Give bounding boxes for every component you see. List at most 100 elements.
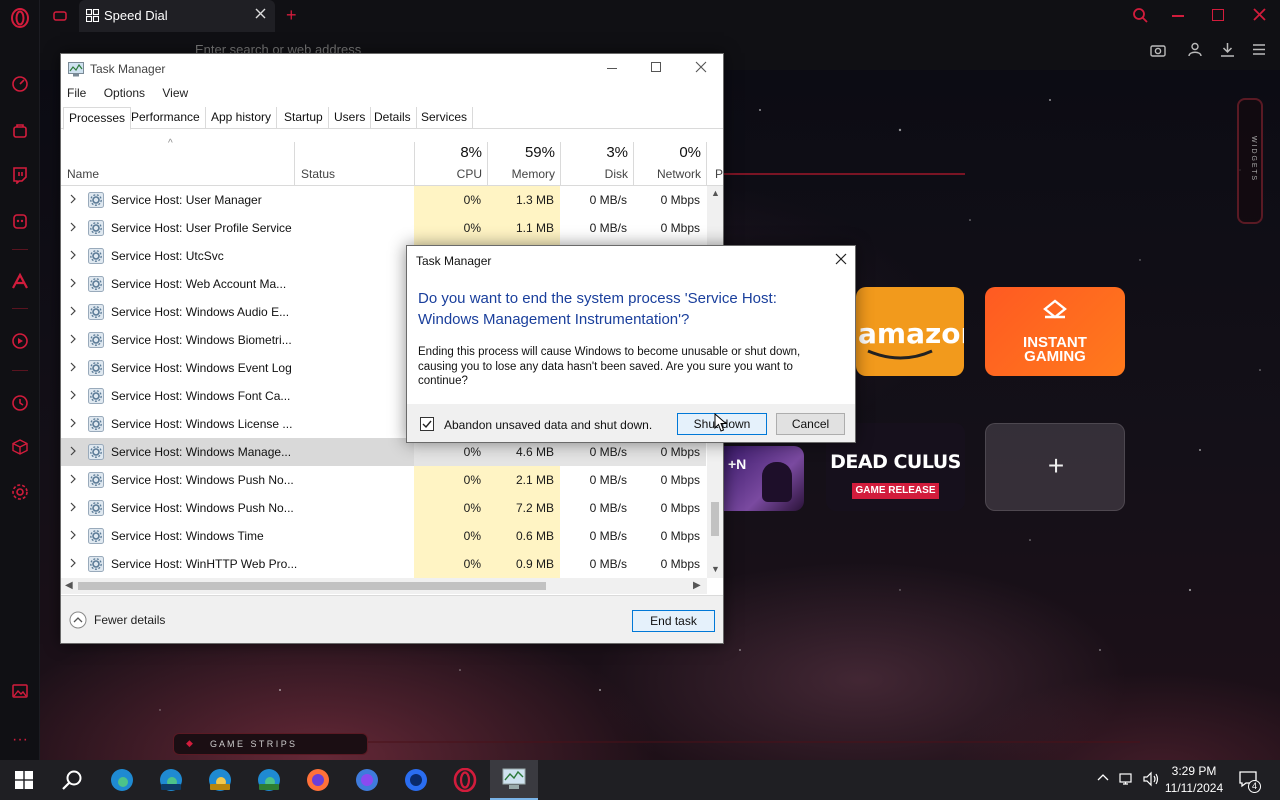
expand-chevron-icon[interactable] — [69, 417, 77, 429]
tab-island-icon[interactable] — [52, 8, 68, 24]
expand-chevron-icon[interactable] — [69, 277, 77, 289]
player-icon[interactable] — [10, 331, 30, 351]
aria-icon[interactable] — [10, 271, 30, 291]
menu-view[interactable]: View — [162, 86, 188, 100]
process-row[interactable]: Service Host: Windows Push No... 0% 7.2 MB… — [61, 494, 706, 522]
col-memory[interactable]: Memory — [489, 167, 555, 181]
firefox-dev-app[interactable] — [343, 760, 391, 800]
col-cpu[interactable]: CPU — [416, 167, 482, 181]
expand-chevron-icon[interactable] — [69, 501, 77, 513]
speedometer-icon[interactable] — [10, 74, 30, 94]
tile-amazon[interactable]: amazon — [856, 287, 964, 376]
clock-time[interactable]: 3:29 PM — [1165, 764, 1223, 778]
process-row[interactable]: Service Host: Windows Push No... 0% 2.1 MB… — [61, 466, 706, 494]
tab-app-history[interactable]: App history — [206, 107, 278, 129]
game-strips-bar[interactable]: ◆ G A M E S T R I P S — [173, 733, 368, 755]
tab-startup[interactable]: Startup — [279, 107, 329, 129]
tm-maximize-icon[interactable] — [651, 62, 661, 72]
expand-chevron-icon[interactable] — [69, 529, 77, 541]
fewer-details-link[interactable]: Fewer details — [94, 613, 165, 627]
clock-date[interactable]: 11/11/2024 — [1162, 781, 1226, 795]
process-row[interactable]: Service Host: Windows Time 0% 0.6 MB 0 MB/s… — [61, 522, 706, 550]
scroll-left-icon[interactable]: ◀ — [65, 580, 73, 591]
expand-chevron-icon[interactable] — [69, 557, 77, 569]
tab-users[interactable]: Users — [329, 107, 372, 129]
widgets-handle[interactable]: W I D G E T S — [1237, 98, 1263, 224]
process-row[interactable]: Service Host: WinHTTP Web Pro... 0% 0.9 MB… — [61, 550, 706, 578]
edge-beta-app[interactable] — [147, 760, 195, 800]
dialog-close-icon[interactable] — [835, 253, 847, 265]
volume-icon[interactable] — [1142, 771, 1160, 787]
opera-gx-app[interactable] — [441, 760, 489, 800]
history-icon[interactable] — [10, 393, 30, 413]
col-power[interactable]: P — [715, 167, 723, 181]
easy-setup-icon[interactable] — [1252, 43, 1266, 56]
scroll-down-icon[interactable]: ▼ — [711, 564, 720, 574]
process-row[interactable]: Service Host: User Manager 0% 1.3 MB 0 MB/s… — [61, 186, 706, 214]
expand-chevron-icon[interactable] — [69, 445, 77, 457]
expand-chevron-icon[interactable] — [69, 389, 77, 401]
firefox-app[interactable] — [294, 760, 342, 800]
expand-chevron-icon[interactable] — [69, 249, 77, 261]
start-button[interactable] — [0, 760, 48, 800]
camera-icon[interactable] — [1150, 43, 1166, 57]
expand-chevron-icon[interactable] — [69, 473, 77, 485]
scrollbar-thumb[interactable] — [711, 502, 719, 536]
end-task-button[interactable]: End task — [632, 610, 715, 632]
close-icon[interactable] — [1252, 7, 1267, 22]
expand-chevron-icon[interactable] — [69, 193, 77, 205]
tm-minimize-icon[interactable] — [607, 68, 617, 69]
tab-performance[interactable]: Performance — [126, 107, 206, 129]
bag-icon[interactable] — [10, 120, 30, 140]
minimize-icon[interactable] — [1172, 15, 1184, 17]
wallpaper-icon[interactable] — [10, 681, 30, 701]
scroll-right-icon[interactable]: ▶ — [693, 580, 701, 591]
h-scrollbar-thumb[interactable] — [78, 582, 546, 590]
tab-details[interactable]: Details — [369, 107, 417, 129]
disk-total[interactable]: 3% — [561, 144, 628, 161]
network-icon[interactable] — [1118, 771, 1136, 787]
tm-close-icon[interactable] — [695, 61, 707, 73]
tile-add-site[interactable]: + — [985, 423, 1125, 511]
col-disk[interactable]: Disk — [561, 167, 628, 181]
tile-instant-gaming[interactable]: INSTANT GAMING — [985, 287, 1125, 376]
horizontal-scrollbar[interactable]: ◀ ▶ — [61, 578, 707, 594]
menu-file[interactable]: File — [67, 86, 86, 100]
expand-chevron-icon[interactable] — [69, 305, 77, 317]
profile-icon[interactable] — [1188, 42, 1202, 57]
expand-chevron-icon[interactable] — [69, 221, 77, 233]
restore-icon[interactable] — [1212, 9, 1224, 21]
tile-genshin[interactable]: +N — [724, 446, 804, 511]
firefox-nightly-app[interactable] — [392, 760, 440, 800]
tab-services[interactable]: Services — [416, 107, 474, 129]
twitch-icon[interactable] — [10, 165, 30, 185]
network-total[interactable]: 0% — [635, 144, 701, 161]
chevron-up-tray-icon[interactable] — [1097, 772, 1109, 782]
tab-processes[interactable]: Processes — [63, 107, 132, 130]
abandon-checkbox-label[interactable]: Abandon unsaved data and shut down. — [444, 418, 652, 432]
expand-chevron-icon[interactable] — [69, 361, 77, 373]
task-manager-app[interactable] — [490, 760, 538, 800]
settings-icon[interactable] — [10, 482, 30, 502]
more-icon[interactable]: ··· — [10, 730, 30, 750]
col-name[interactable]: Name — [67, 167, 99, 181]
search-button[interactable] — [48, 760, 96, 800]
scroll-up-icon[interactable]: ▲ — [711, 188, 720, 198]
edge-canary-app[interactable] — [196, 760, 244, 800]
abandon-checkbox[interactable] — [420, 417, 434, 431]
edge-app[interactable] — [98, 760, 146, 800]
edge-dev-app[interactable] — [245, 760, 293, 800]
download-icon[interactable] — [1220, 42, 1235, 57]
new-tab-icon[interactable]: + — [286, 5, 297, 26]
memory-total[interactable]: 59% — [489, 144, 555, 161]
col-status[interactable]: Status — [301, 167, 335, 181]
cancel-button[interactable]: Cancel — [776, 413, 845, 435]
discord-icon[interactable] — [10, 211, 30, 231]
tab-speed-dial[interactable]: Speed Dial — [79, 0, 275, 32]
opera-logo-icon[interactable] — [10, 8, 30, 28]
cube-icon[interactable] — [10, 437, 30, 457]
process-row[interactable]: Service Host: User Profile Service 0% 1.1 … — [61, 214, 706, 242]
expand-chevron-icon[interactable] — [69, 333, 77, 345]
cpu-total[interactable]: 8% — [416, 144, 482, 161]
col-network[interactable]: Network — [635, 167, 701, 181]
